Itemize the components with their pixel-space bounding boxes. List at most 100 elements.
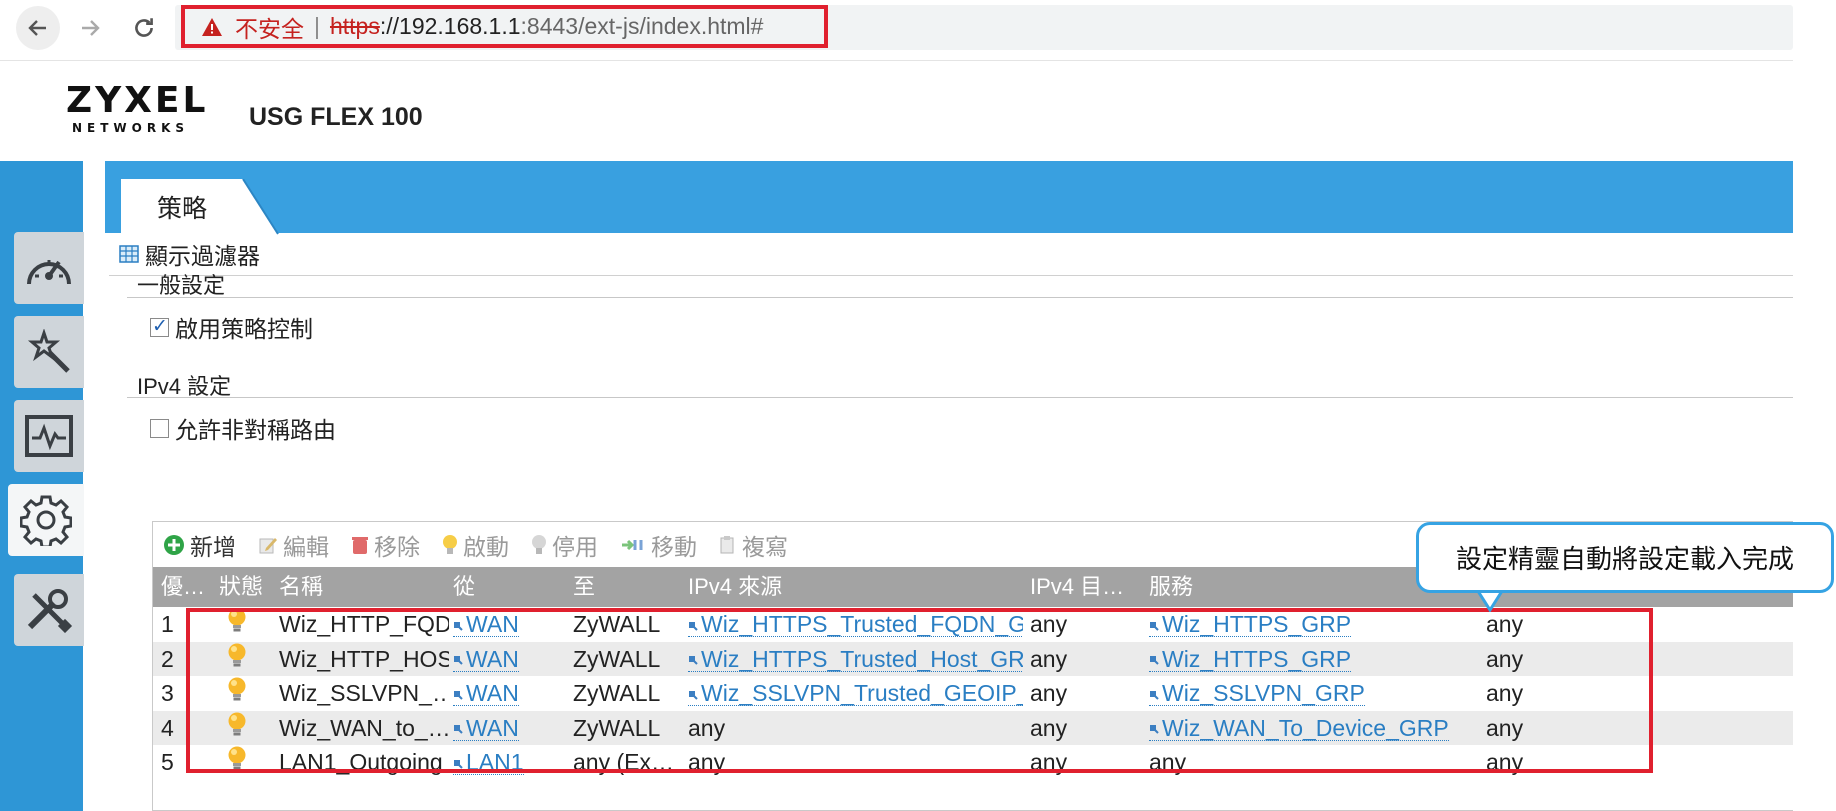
cell-last: any [1486, 749, 1524, 775]
status-lightbulb-icon [219, 607, 269, 642]
browser-forward-button[interactable] [68, 6, 112, 50]
column-to[interactable]: 至 [573, 567, 683, 607]
table-toolbar: 新增 編輯 移除 啟動 停用 移動 複寫 [153, 522, 810, 567]
logo-wordmark: ZYXEL [66, 80, 209, 121]
edit-label: 編輯 [283, 533, 329, 560]
callout-bubble: 設定精靈自動將設定載入完成 [1416, 522, 1834, 593]
enable-policy-control-label: 啟用策略控制 [175, 316, 313, 342]
object-link[interactable]: LAN1 [453, 750, 524, 775]
maintenance-tools-icon [27, 589, 73, 633]
cell-src[interactable]: Wiz_SSLVPN_Trusted_GEOIP_GRP [688, 676, 1023, 711]
cell-src[interactable]: Wiz_HTTPS_Trusted_FQDN_GRP [688, 607, 1023, 642]
reload-icon [135, 18, 153, 37]
object-link[interactable]: Wiz_HTTPS_GRP [1149, 611, 1352, 637]
show-filter-button[interactable]: 顯示過濾器 [119, 237, 260, 271]
table-row[interactable]: 5 LAN1_Outgoing LAN1 any (Ex… any any any any [153, 745, 1793, 780]
not-secure-label: 不安全 [235, 15, 304, 42]
clone-button[interactable]: 複寫 [719, 528, 788, 562]
column-priority[interactable]: 優… [161, 567, 209, 607]
table-row[interactable]: 2 Wiz_HTTP_HOS… WAN ZyWALL Wiz_HTTPS_Trusted… [153, 641, 1793, 677]
enable-policy-control-checkbox[interactable] [150, 315, 169, 338]
general-settings-divider [127, 297, 1793, 298]
activate-button[interactable]: 啟動 [442, 528, 509, 562]
cell-last: any [1486, 611, 1524, 637]
table-row[interactable]: 3 Wiz_SSLVPN_… WAN ZyWALL Wiz_SSLVPN_Trusted… [153, 676, 1793, 711]
add-button[interactable]: 新增 [163, 528, 236, 562]
object-link[interactable]: Wiz_HTTPS_Trusted_Host_GRP [688, 647, 1023, 672]
nav-item-dashboard[interactable] [14, 232, 84, 304]
move-button[interactable]: 移動 [620, 528, 697, 562]
cell-last: any [1486, 714, 1524, 741]
cell-from[interactable]: WAN [453, 676, 563, 711]
url-port: :8443 [520, 13, 579, 39]
object-link[interactable]: Wiz_HTTPS_Trusted_FQDN_GRP [688, 612, 1023, 637]
cell-name: Wiz_SSLVPN_… [279, 680, 449, 706]
column-status[interactable]: 狀態 [219, 567, 274, 607]
cell-to: ZyWALL [573, 611, 661, 637]
table-row[interactable]: 4 Wiz_WAN_to_… WAN ZyWALL any any Wiz_WAN_To_D… [153, 710, 1793, 746]
asymmetric-route-label: 允許非對稱路由 [175, 417, 336, 443]
cell-from[interactable]: WAN [453, 607, 563, 642]
object-link-text: Wiz_SSLVPN_GRP [1162, 680, 1365, 706]
column-name[interactable]: 名稱 [279, 567, 449, 607]
nav-item-wizard[interactable] [14, 316, 84, 388]
object-link-text: Wiz_HTTPS_GRP [1162, 611, 1352, 637]
cell-last: any [1486, 645, 1524, 672]
status-lightbulb-icon [219, 676, 269, 711]
cell-src: any [688, 749, 726, 775]
object-link-text: WAN [466, 680, 519, 706]
cell-from[interactable]: WAN [453, 711, 563, 746]
add-label: 新增 [190, 533, 236, 560]
clone-label: 複寫 [742, 533, 788, 560]
url-protocol: https [329, 13, 380, 39]
cell-src[interactable]: Wiz_HTTPS_Trusted_Host_GRP [688, 642, 1023, 677]
table-row[interactable]: 1 Wiz_HTTP_FQD… WAN ZyWALL Wiz_HTTPS_Trusted… [153, 607, 1793, 642]
address-bar-highlight[interactable]: 不安全 | https ://192.168.1.1 :8443 /ext-js… [181, 5, 828, 48]
object-link-text: Wiz_HTTPS_GRP [1162, 645, 1352, 672]
table-icon [119, 245, 139, 263]
nav-item-monitor[interactable] [14, 400, 84, 472]
object-link[interactable]: Wiz_HTTPS_GRP [1149, 645, 1352, 672]
cell-to: ZyWALL [573, 714, 661, 741]
move-label: 移動 [651, 533, 697, 560]
object-link[interactable]: Wiz_WAN_To_Device_GRP [1149, 716, 1449, 741]
nav-item-maintenance[interactable] [14, 574, 84, 646]
asymmetric-route-row[interactable]: 允許非對稱路由 [150, 411, 336, 445]
edit-button[interactable]: 編輯 [258, 528, 329, 562]
arrow-left-icon [28, 20, 46, 36]
lightbulb-off-icon [531, 534, 547, 556]
cell-service[interactable]: Wiz_HTTPS_GRP [1149, 607, 1479, 642]
general-settings-title: 一般設定 [137, 273, 226, 298]
nav-item-configuration[interactable] [8, 484, 84, 556]
remove-button[interactable]: 移除 [351, 528, 420, 562]
browser-toolbar: 不安全 | https ://192.168.1.1 :8443 /ext-js… [0, 0, 1836, 60]
deactivate-label: 停用 [552, 533, 598, 560]
cell-service[interactable]: Wiz_HTTPS_GRP [1149, 642, 1479, 677]
cell-dst: any [1030, 645, 1068, 672]
column-ipv4-source[interactable]: IPv4 來源 [688, 567, 1018, 607]
tab-policy[interactable]: 策略 [121, 179, 243, 234]
column-ipv4-destination[interactable]: IPv4 目… [1030, 567, 1140, 607]
cell-priority: 5 [161, 749, 174, 775]
browser-back-button[interactable] [16, 6, 60, 50]
cell-src: any [688, 714, 726, 741]
deactivate-button[interactable]: 停用 [531, 528, 598, 562]
object-link[interactable]: WAN [453, 716, 519, 741]
cell-to: ZyWALL [573, 680, 661, 706]
object-link[interactable]: WAN [453, 647, 519, 672]
object-link-text: LAN1 [466, 749, 524, 775]
cell-service[interactable]: Wiz_SSLVPN_GRP [1149, 676, 1479, 711]
object-link[interactable]: WAN [453, 681, 519, 706]
cell-from[interactable]: LAN1 [453, 745, 563, 780]
enable-policy-control-row[interactable]: 啟用策略控制 [150, 310, 313, 344]
add-icon [163, 534, 185, 556]
browser-reload-button[interactable] [122, 6, 166, 50]
cell-service[interactable]: Wiz_WAN_To_Device_GRP [1149, 711, 1479, 746]
warning-icon [202, 17, 222, 36]
object-link[interactable]: WAN [453, 612, 519, 637]
object-link[interactable]: Wiz_SSLVPN_GRP [1149, 681, 1365, 706]
column-from[interactable]: 從 [453, 567, 563, 607]
asymmetric-route-checkbox[interactable] [150, 418, 169, 438]
object-link[interactable]: Wiz_SSLVPN_Trusted_GEOIP_GRP [688, 681, 1023, 706]
cell-from[interactable]: WAN [453, 642, 563, 677]
